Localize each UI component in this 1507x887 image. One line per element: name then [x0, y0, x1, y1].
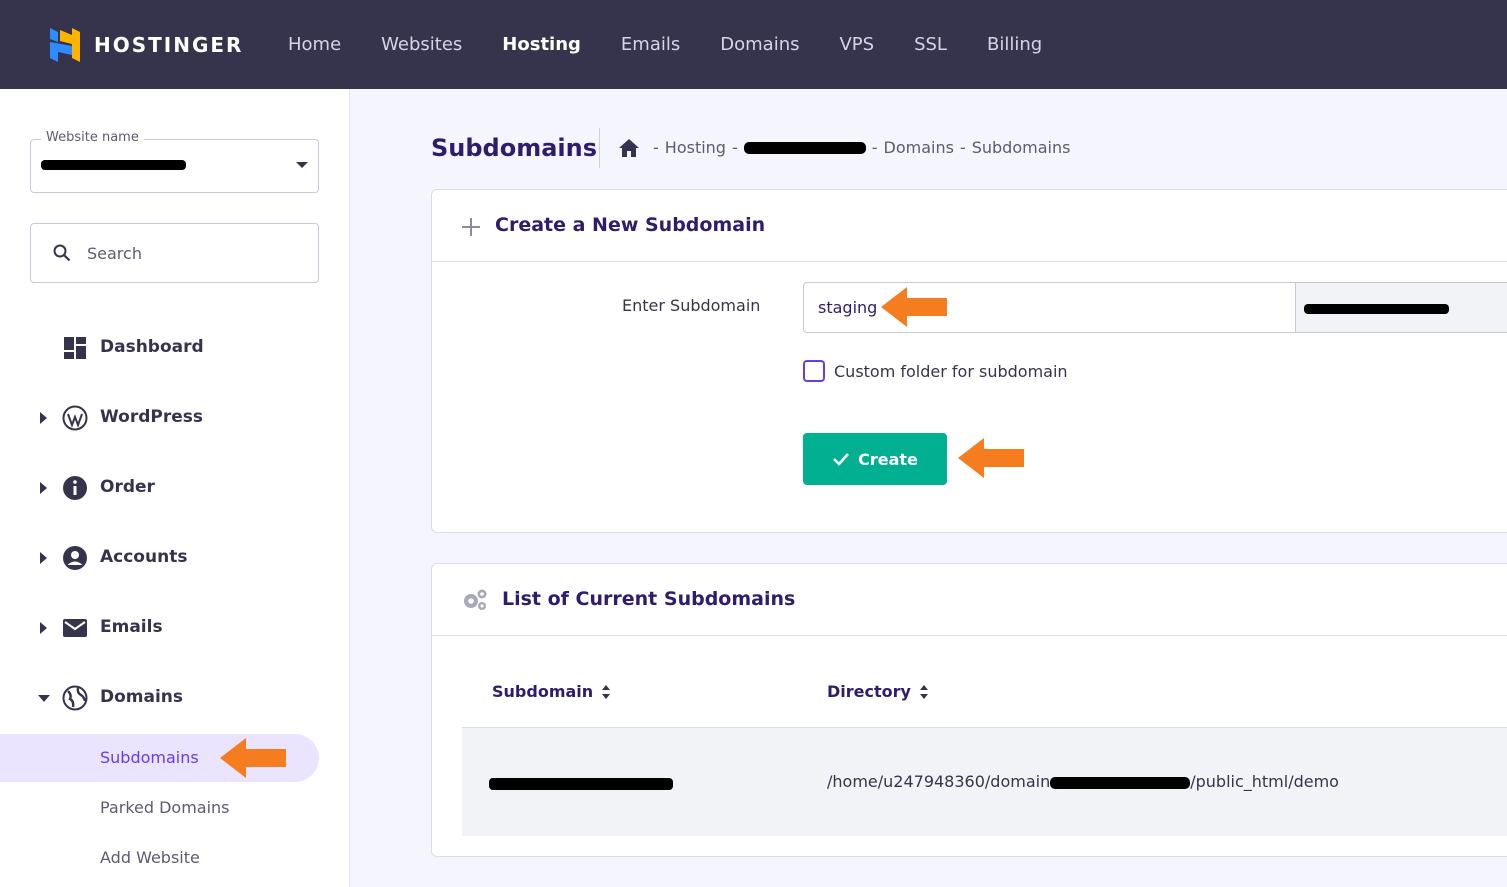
- plus-icon: [462, 218, 480, 236]
- breadcrumb: - Hosting - - Domains - Subdomains: [619, 138, 1070, 157]
- column-header-label: Subdomain: [492, 682, 594, 701]
- enter-subdomain-label: Enter Subdomain: [622, 296, 761, 315]
- breadcrumb-separator: -: [959, 138, 966, 157]
- nav-home[interactable]: Home: [288, 34, 341, 55]
- top-navigation-bar: HOSTINGER Home Websites Hosting Emails D…: [0, 0, 1507, 89]
- sidebar-item-label: Accounts: [100, 547, 188, 567]
- chevron-right-icon: [40, 482, 47, 494]
- sidebar-search[interactable]: [30, 223, 319, 283]
- create-card-title: Create a New Subdomain: [495, 214, 766, 236]
- breadcrumb-website-redacted[interactable]: [743, 141, 866, 154]
- main-nav: Home Websites Hosting Emails Domains VPS…: [288, 0, 1082, 89]
- custom-folder-checkbox[interactable]: [803, 360, 825, 382]
- chevron-right-icon: [40, 412, 47, 424]
- chevron-right-icon: [40, 622, 47, 634]
- nav-hosting[interactable]: Hosting: [502, 34, 581, 55]
- info-icon: [63, 476, 87, 500]
- card-header: Create a New Subdomain: [432, 190, 1507, 262]
- sidebar: Website name Dashboard WordPress: [0, 89, 350, 887]
- nav-emails[interactable]: Emails: [621, 34, 680, 55]
- sidebar-item-label: Order: [100, 477, 155, 497]
- create-subdomain-card: Create a New Subdomain: [431, 189, 1507, 533]
- sidebar-subitem-label: Parked Domains: [100, 798, 230, 817]
- chevron-down-icon: [38, 695, 50, 702]
- redaction-mark: [41, 160, 186, 170]
- domain-suffix: [1295, 282, 1507, 333]
- annotation-arrow-icon: [220, 738, 286, 778]
- breadcrumb-domains[interactable]: Domains: [884, 138, 954, 157]
- create-button-label: Create: [858, 449, 918, 469]
- user-icon: [63, 546, 87, 570]
- chevron-down-icon: [296, 162, 308, 168]
- breadcrumb-separator: -: [871, 138, 878, 157]
- custom-folder-label[interactable]: Custom folder for subdomain: [834, 362, 1068, 381]
- nav-ssl[interactable]: SSL: [914, 34, 947, 55]
- redaction-mark: [1304, 304, 1449, 314]
- annotation-arrow-icon: [958, 438, 1024, 478]
- breadcrumb-hosting[interactable]: Hosting: [665, 138, 726, 157]
- website-name-legend: Website name: [41, 130, 144, 145]
- sidebar-subitem-subdomains[interactable]: Subdomains: [0, 734, 319, 782]
- directory-cell: /home/u247948360/domain/public_html/demo: [827, 772, 1339, 791]
- card-header: List of Current Subdomains: [432, 564, 1507, 636]
- directory-prefix: /home/u247948360/domain: [827, 772, 1051, 791]
- brand-name: HOSTINGER: [94, 33, 244, 57]
- hostinger-logo[interactable]: HOSTINGER: [48, 25, 243, 65]
- sidebar-subitem-add-website[interactable]: Add Website: [0, 834, 319, 882]
- wordpress-icon: [62, 405, 88, 431]
- nav-domains[interactable]: Domains: [720, 34, 799, 55]
- gears-icon: [464, 589, 487, 610]
- breadcrumb-subdomains: Subdomains: [971, 138, 1071, 157]
- sidebar-item-wordpress[interactable]: WordPress: [0, 398, 350, 438]
- sort-icon: [602, 684, 611, 699]
- envelope-icon: [63, 619, 87, 637]
- globe-icon: [62, 685, 88, 711]
- sidebar-item-order[interactable]: Order: [0, 468, 350, 508]
- sidebar-subitem-label: Add Website: [100, 848, 200, 867]
- nav-vps[interactable]: VPS: [839, 34, 874, 55]
- sort-icon: [919, 684, 928, 699]
- home-icon[interactable]: [619, 138, 639, 157]
- website-name-select[interactable]: Website name: [30, 130, 319, 193]
- create-button[interactable]: Create: [803, 433, 947, 485]
- sidebar-item-label: Emails: [100, 617, 163, 637]
- column-header-subdomain[interactable]: Subdomain: [492, 682, 611, 701]
- redaction-mark: [489, 778, 673, 790]
- sidebar-item-accounts[interactable]: Accounts: [0, 538, 350, 578]
- sidebar-item-label: WordPress: [100, 407, 203, 427]
- sidebar-item-dashboard[interactable]: Dashboard: [0, 328, 350, 368]
- sidebar-item-domains[interactable]: Domains: [0, 678, 350, 718]
- search-icon: [53, 244, 71, 262]
- annotation-arrow-icon: [881, 287, 947, 327]
- sidebar-item-label: Dashboard: [100, 337, 204, 357]
- column-header-label: Directory: [827, 682, 911, 701]
- redaction-mark: [1050, 776, 1191, 789]
- sidebar-item-emails[interactable]: Emails: [0, 608, 350, 648]
- hostinger-logo-icon: [50, 28, 80, 62]
- sidebar-subitem-parked-domains[interactable]: Parked Domains: [0, 784, 319, 832]
- directory-suffix: /public_html/demo: [1190, 772, 1339, 791]
- title-divider: [599, 128, 600, 168]
- sidebar-item-label: Domains: [100, 687, 184, 707]
- list-card-title: List of Current Subdomains: [502, 588, 796, 610]
- breadcrumb-separator: -: [653, 138, 659, 157]
- nav-websites[interactable]: Websites: [381, 34, 462, 55]
- nav-billing[interactable]: Billing: [987, 34, 1042, 55]
- page-title: Subdomains: [431, 134, 598, 162]
- dashboard-icon: [64, 337, 86, 359]
- breadcrumb-separator: -: [731, 138, 738, 157]
- check-icon: [833, 453, 850, 466]
- subdomain-input[interactable]: [803, 282, 1296, 333]
- search-input[interactable]: [87, 238, 307, 268]
- chevron-right-icon: [40, 552, 47, 564]
- column-header-directory[interactable]: Directory: [827, 682, 929, 701]
- sidebar-subitem-label: Subdomains: [100, 748, 199, 767]
